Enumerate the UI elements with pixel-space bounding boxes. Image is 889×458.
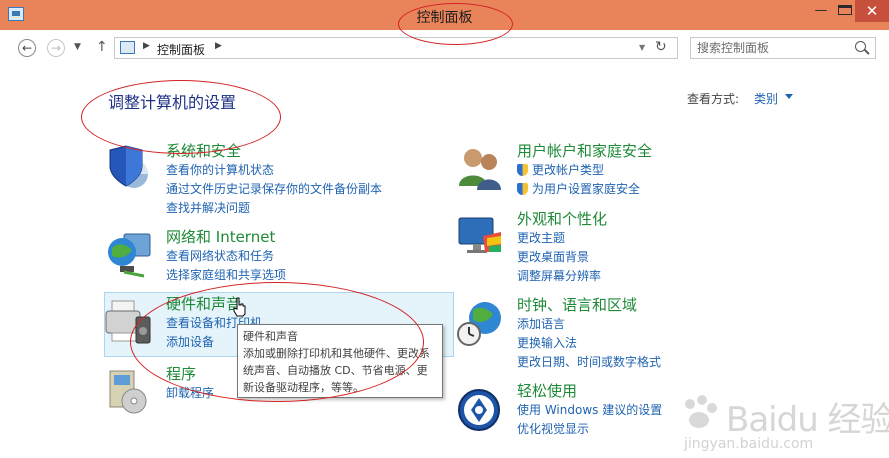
page-title: 调整计算机的设置 (108, 93, 237, 112)
category-title[interactable]: 外观和个性化 (517, 208, 607, 229)
forward-button[interactable]: → (47, 39, 65, 57)
programs-icon[interactable] (104, 367, 154, 417)
address-bar[interactable]: ▶ 控制面板 ▶ ▼ ↻ (114, 37, 678, 59)
printer-icon[interactable] (104, 297, 154, 347)
uac-shield-icon (517, 183, 528, 195)
link-change-input-method[interactable]: 更换输入法 (517, 334, 577, 351)
window-title: 控制面板 (416, 10, 473, 26)
tooltip: 硬件和声音 添加或删除打印机和其他硬件、更改系统声音、自动播放 CD、节省电源、… (237, 324, 443, 398)
breadcrumb-control-panel[interactable]: 控制面板 (157, 41, 205, 58)
search-icon[interactable] (855, 41, 866, 52)
search-input[interactable] (697, 40, 847, 56)
link-label: 更改帐户类型 (532, 163, 605, 177)
link-network-status[interactable]: 查看网络状态和任务 (166, 247, 274, 264)
minimize-button[interactable]: — (808, 2, 834, 20)
link-change-theme[interactable]: 更改主题 (517, 229, 565, 246)
maximize-button[interactable] (838, 5, 852, 15)
category-title[interactable]: 系统和安全 (166, 140, 241, 161)
category-title[interactable]: 网络和 Internet (166, 226, 275, 247)
tooltip-body: 添加或删除打印机和其他硬件、更改系统声音、自动播放 CD、节省电源、更新设备驱动… (243, 347, 430, 394)
chevron-right-icon[interactable]: ▶ (143, 41, 150, 51)
link-optimize-display[interactable]: 优化视觉显示 (517, 420, 589, 437)
network-globe-icon[interactable] (104, 230, 154, 280)
link-add-device[interactable]: 添加设备 (166, 333, 214, 350)
chevron-right-icon[interactable]: ▶ (215, 41, 222, 51)
ease-of-access-icon[interactable] (455, 384, 505, 434)
watermark-url: jingyan.baidu.com (684, 436, 814, 452)
control-panel-icon (120, 41, 135, 54)
display-palette-icon[interactable] (455, 212, 505, 262)
chevron-down-icon[interactable]: ▼ (639, 43, 645, 52)
category-title[interactable]: 硬件和声音 (166, 293, 241, 314)
watermark: Baidu 经验 jingyan.baidu.com (680, 392, 889, 454)
tooltip-title: 硬件和声音 (243, 330, 298, 343)
link-uninstall-program[interactable]: 卸载程序 (166, 384, 214, 401)
view-by-dropdown[interactable]: 类别 (754, 90, 778, 107)
category-title[interactable]: 用户帐户和家庭安全 (517, 140, 652, 161)
link-homegroup[interactable]: 选择家庭组和共享选项 (166, 266, 286, 283)
category-title[interactable]: 轻松使用 (517, 380, 577, 401)
users-icon[interactable] (455, 144, 505, 194)
watermark-text: Baidu 经验 (726, 400, 889, 440)
link-family-safety[interactable]: 为用户设置家庭安全 (517, 180, 640, 197)
link-file-history[interactable]: 通过文件历史记录保存你的文件备份副本 (166, 180, 382, 197)
link-troubleshoot[interactable]: 查找并解决问题 (166, 199, 250, 216)
link-date-time-format[interactable]: 更改日期、时间或数字格式 (517, 353, 661, 370)
uac-shield-icon (517, 164, 528, 176)
link-recommended-settings[interactable]: 使用 Windows 建议的设置 (517, 401, 662, 418)
title-bar: 控制面板 — ✕ (0, 0, 889, 30)
shield-icon[interactable] (104, 144, 154, 194)
search-box[interactable] (690, 37, 876, 59)
navigation-bar: ← → ▼ ↑ ▶ 控制面板 ▶ ▼ ↻ (0, 30, 889, 66)
recent-locations-dropdown[interactable]: ▼ (74, 42, 81, 52)
paw-icon (685, 395, 717, 428)
close-button[interactable]: ✕ (855, 0, 889, 22)
link-view-computer-status[interactable]: 查看你的计算机状态 (166, 161, 274, 178)
link-screen-resolution[interactable]: 调整屏幕分辨率 (517, 267, 601, 284)
link-change-account-type[interactable]: 更改帐户类型 (517, 161, 604, 178)
category-title[interactable]: 时钟、语言和区域 (517, 294, 637, 315)
chevron-down-icon[interactable] (785, 94, 793, 99)
link-add-language[interactable]: 添加语言 (517, 315, 565, 332)
link-label: 为用户设置家庭安全 (532, 182, 641, 196)
hand-cursor-icon (233, 297, 246, 317)
view-by-label: 查看方式: (687, 92, 740, 106)
main-content: 调整计算机的设置 查看方式: 类别 系统和安全 查看你的计算机状态 通过文件历史… (0, 66, 889, 458)
up-button[interactable]: ↑ (96, 39, 108, 55)
link-desktop-background[interactable]: 更改桌面背景 (517, 248, 589, 265)
refresh-icon[interactable]: ↻ (655, 39, 667, 55)
back-button[interactable]: ← (18, 39, 36, 57)
globe-clock-icon[interactable] (455, 298, 505, 348)
category-title[interactable]: 程序 (166, 363, 196, 384)
